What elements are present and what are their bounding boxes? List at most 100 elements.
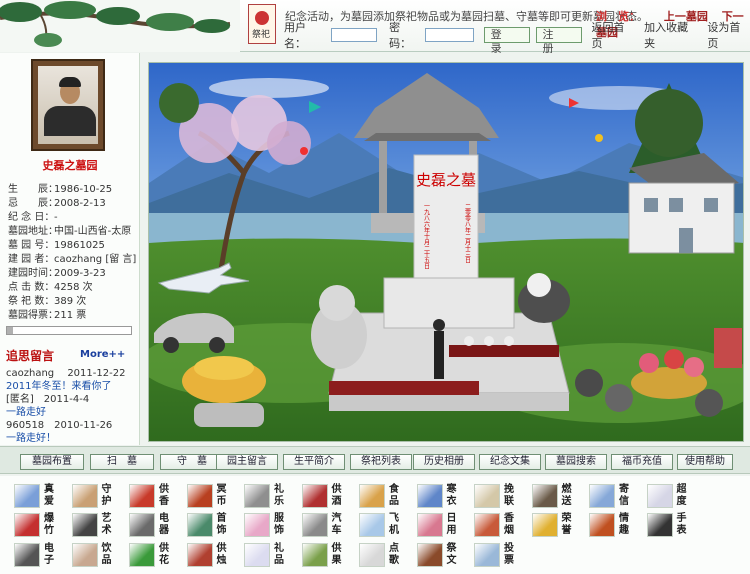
- offering-item[interactable]: 电子: [14, 541, 69, 571]
- info-death: 忌 辰：2008-2-13: [8, 198, 106, 209]
- offering-icon: [186, 543, 213, 567]
- more-messages-link[interactable]: More++: [80, 349, 125, 360]
- scene-stage[interactable]: 史磊之墓 一九八六年十月二十五日 二零零八年二月十三日: [148, 62, 744, 442]
- info-birth: 生 辰：1986-10-25: [8, 184, 113, 195]
- offering-label: 超度: [676, 484, 687, 507]
- offering-label: 寒衣: [446, 484, 457, 507]
- offering-icon: [416, 484, 443, 508]
- offering-icon: [186, 484, 213, 508]
- offering-item[interactable]: 供烛: [186, 541, 242, 571]
- offering-icon: [129, 543, 155, 567]
- nav-articles-button[interactable]: 纪念文集: [479, 454, 541, 470]
- offering-icon: [71, 543, 98, 567]
- offering-item[interactable]: 真爱: [14, 482, 69, 512]
- nav-owner-message-button[interactable]: 园主留言: [216, 454, 278, 470]
- offering-icon: [359, 513, 385, 537]
- offering-icon: [244, 543, 270, 567]
- top-header: 祭祀 纪念活动，为墓园添加祭祀物品或为墓园扫墓、守墓等即可更新墓园状态。 浏 览…: [0, 0, 750, 55]
- offering-item[interactable]: 燃送: [531, 482, 587, 512]
- nav-album-button[interactable]: 历史相册: [413, 454, 475, 470]
- offering-item[interactable]: 守护: [71, 482, 127, 512]
- offering-item[interactable]: 艺术: [71, 511, 127, 541]
- offering-label: 爆竹: [44, 513, 54, 536]
- offering-icon: [359, 543, 385, 567]
- sun-icon: [255, 11, 269, 25]
- nav-guard-button[interactable]: 守 墓: [160, 454, 224, 470]
- offering-label: 祭文: [446, 543, 457, 566]
- username-label: 用户名：: [284, 21, 306, 50]
- pine-branch-decoration: [0, 0, 240, 52]
- offering-item[interactable]: 冥币: [186, 482, 242, 512]
- offering-item[interactable]: 挽联: [474, 482, 529, 512]
- nav-recharge-button[interactable]: 福币充值: [611, 454, 673, 470]
- password-label: 密码：: [389, 21, 412, 50]
- home-link[interactable]: 返回首页: [592, 19, 635, 51]
- message-body[interactable]: 一路走好！: [6, 429, 56, 444]
- offering-item[interactable]: 礼乐: [244, 482, 299, 512]
- offering-item[interactable]: 投票: [474, 541, 529, 571]
- profile-panel: 史磊之墓园 生 辰：1986-10-25 忌 辰：2008-2-13 纪 念 日…: [0, 53, 140, 445]
- offering-item[interactable]: 祭文: [416, 541, 472, 571]
- nav-sweep-button[interactable]: 扫 墓: [90, 454, 154, 470]
- offering-item[interactable]: 供果: [301, 541, 357, 571]
- info-creator[interactable]: 建 园 者：caozhang [留 言]: [8, 250, 136, 265]
- offering-label: 供烛: [216, 543, 227, 566]
- offering-item[interactable]: 供香: [129, 482, 184, 512]
- offering-label: 挽联: [504, 484, 514, 507]
- offering-item[interactable]: 飞机: [359, 511, 414, 541]
- offering-label: 供酒: [331, 484, 342, 507]
- sethome-link[interactable]: 设为首页: [707, 19, 750, 51]
- vote-progress-bar: [6, 326, 132, 335]
- offering-item[interactable]: 汽车: [301, 511, 357, 541]
- offering-label: 荣誉: [561, 513, 572, 536]
- offering-item[interactable]: 手表: [646, 511, 702, 541]
- offering-item[interactable]: 服饰: [244, 511, 299, 541]
- info-clicks: 点 击 数：4258 次: [8, 282, 93, 293]
- offering-label: 手表: [676, 513, 687, 536]
- offering-item[interactable]: 电器: [129, 511, 184, 541]
- offering-item[interactable]: 供酒: [301, 482, 357, 512]
- nav-offering-list-button[interactable]: 祭祀列表: [350, 454, 412, 470]
- offering-label: 电子: [44, 543, 54, 566]
- offering-item[interactable]: 寄信: [589, 482, 644, 512]
- memorial-scene: 史磊之墓 一九八六年十月二十五日 二零零八年二月十三日: [140, 53, 750, 445]
- favorite-link[interactable]: 加入收藏夹: [644, 19, 697, 51]
- offering-item[interactable]: 寒衣: [416, 482, 472, 512]
- info-offerings: 祭 祀 数：389 次: [8, 296, 87, 307]
- nav-layout-button[interactable]: 墓园布置: [20, 454, 84, 470]
- offering-icon: [416, 513, 443, 537]
- offering-item[interactable]: 点歌: [359, 541, 414, 571]
- memorial-name[interactable]: 史磊之墓园: [0, 157, 140, 173]
- offering-label: 点歌: [389, 543, 399, 566]
- offerings-grid: 真爱 守护 供香 冥币 礼乐 供酒 食品 寒衣 挽联 燃送 寄信 超度爆竹 艺术 电器 首饰 服饰 汽车 飞机 日用…: [0, 476, 750, 574]
- offering-icon: [14, 484, 40, 508]
- username-input[interactable]: [330, 28, 378, 42]
- nav-help-button[interactable]: 使用帮助: [677, 454, 733, 470]
- offering-item[interactable]: 超度: [646, 482, 702, 512]
- password-input[interactable]: [425, 28, 474, 42]
- nav-biography-button[interactable]: 生平简介: [283, 454, 345, 470]
- offering-icon: [244, 513, 270, 537]
- offering-item[interactable]: 礼品: [244, 541, 299, 571]
- offering-item[interactable]: 爆竹: [14, 511, 69, 541]
- offering-item[interactable]: 荣誉: [531, 511, 587, 541]
- nav-search-button[interactable]: 墓园搜索: [545, 454, 607, 470]
- offering-item[interactable]: 食品: [359, 482, 414, 512]
- login-button[interactable]: 登 录: [483, 27, 530, 55]
- offering-item[interactable]: 供花: [129, 541, 184, 571]
- offering-label: 投票: [504, 543, 514, 566]
- offering-item[interactable]: 情趣: [589, 511, 644, 541]
- offering-item[interactable]: 首饰: [186, 511, 242, 541]
- offering-label: 首饰: [216, 513, 227, 536]
- offering-icon: [474, 513, 500, 537]
- tomb-birth-inscription: 一九八六年十月二十五日: [423, 203, 430, 270]
- register-button[interactable]: 注 册: [535, 27, 582, 55]
- offering-icon: [589, 513, 615, 537]
- offering-item[interactable]: 日用: [416, 511, 472, 541]
- offering-icon: [244, 484, 270, 508]
- offering-label: 饮品: [101, 543, 112, 566]
- info-anniversary: 纪 念 日：-: [8, 212, 58, 223]
- offering-icon: [186, 513, 213, 537]
- offering-item[interactable]: 香烟: [474, 511, 529, 541]
- offering-item[interactable]: 饮品: [71, 541, 127, 571]
